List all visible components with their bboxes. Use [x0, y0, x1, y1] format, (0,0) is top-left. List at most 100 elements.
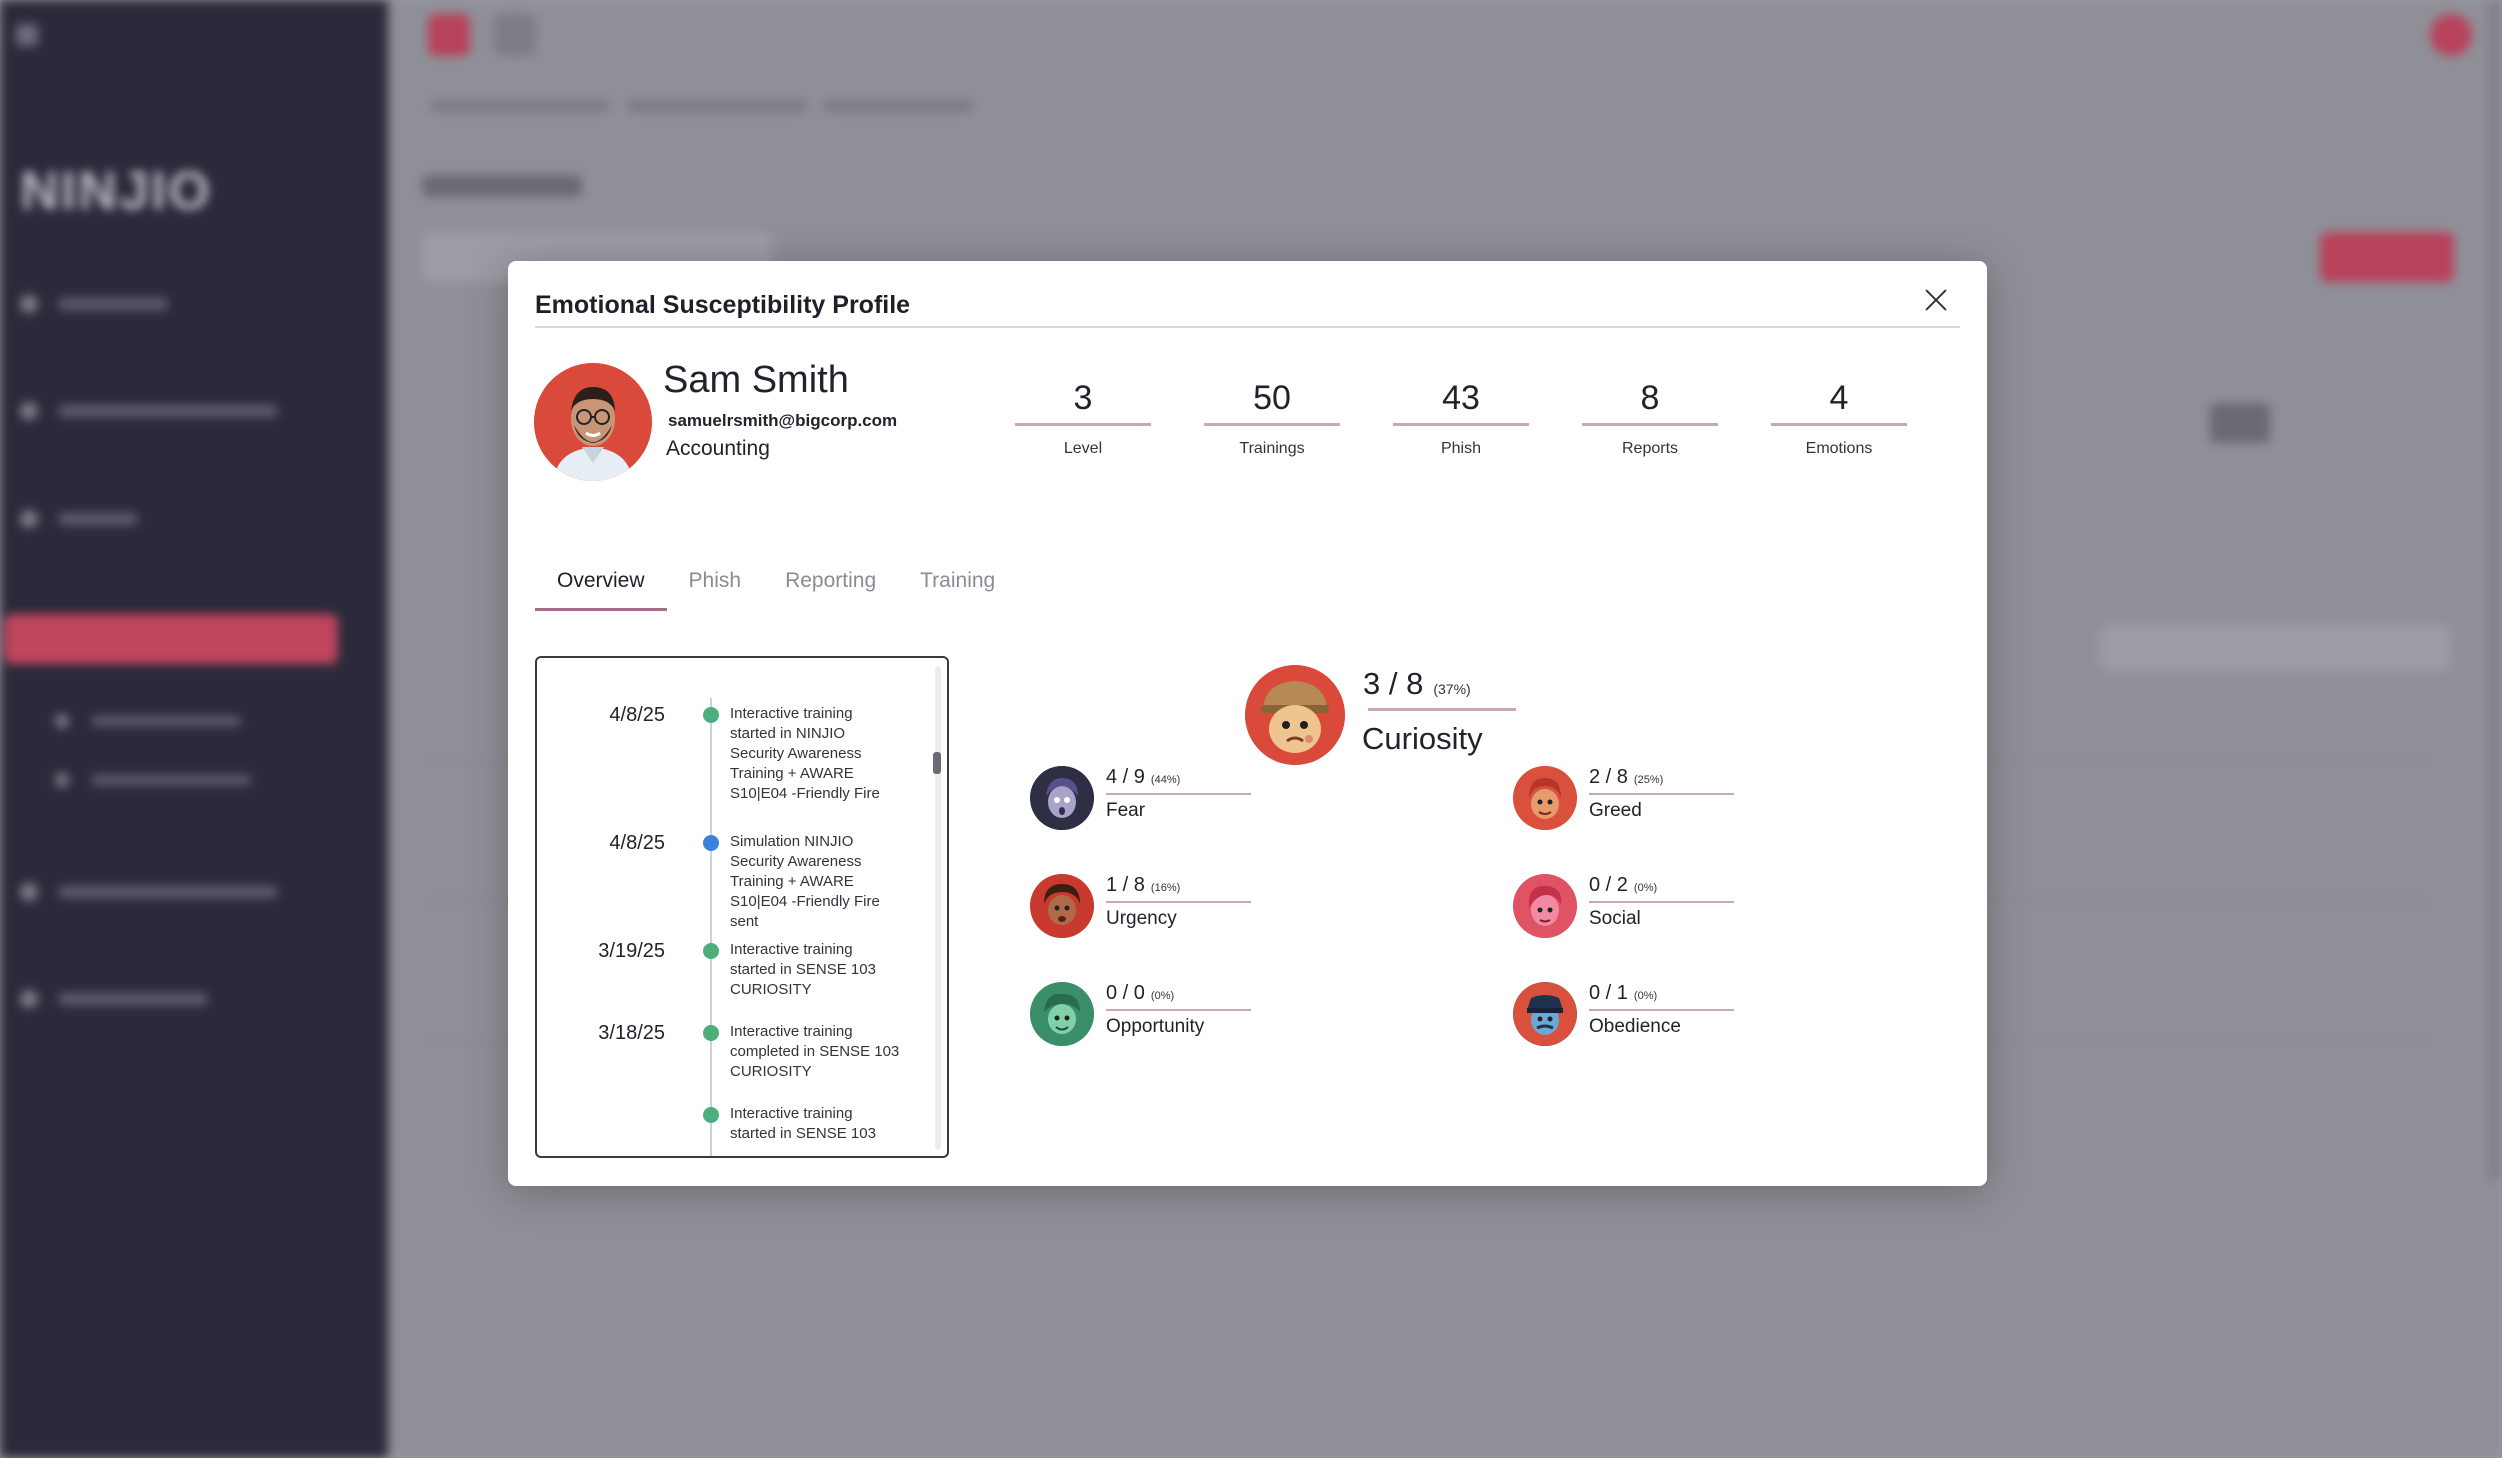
topbar-button-1 — [428, 14, 470, 56]
timeline-date: 3/18/25 — [598, 1022, 665, 1044]
stat-trainings: 50 Trainings — [1204, 379, 1340, 458]
sidebar: NINJIO — [0, 0, 388, 1458]
user-name: Sam Smith — [663, 359, 849, 401]
obedience-character-icon — [1513, 982, 1577, 1046]
sidebar-item-4 — [20, 883, 278, 901]
tab-overview[interactable]: Overview — [535, 557, 667, 611]
stat-label: Level — [1063, 440, 1103, 457]
stat-reports: 8 Reports — [1582, 379, 1718, 458]
tab-phish[interactable]: Phish — [667, 557, 764, 611]
bg-page-title — [422, 172, 582, 204]
tab-bar: Overview Phish Reporting Training — [535, 557, 1017, 611]
sidebar-item-active — [4, 614, 338, 664]
timeline-dot — [703, 835, 719, 851]
user-avatar-bg — [2430, 14, 2472, 56]
emotion-name: Greed — [1589, 800, 1642, 821]
sidebar-item-5 — [20, 990, 208, 1008]
sidebar-subitem-1 — [55, 714, 241, 728]
breadcrumb — [430, 95, 974, 118]
tab-training[interactable]: Training — [898, 557, 1017, 611]
curiosity-character-icon — [1245, 665, 1345, 765]
profile-modal: Emotional Susceptibility Profile Sam Smi… — [508, 261, 1987, 1186]
emotion-obedience: 0 / 1 (0%) Obedience — [1513, 982, 1853, 1052]
emotion-score-value: 1 / 8 — [1106, 874, 1145, 896]
timeline-date: 4/8/25 — [609, 832, 665, 854]
emotion-percent: (0%) — [1150, 990, 1175, 1002]
emotion-name: Social — [1589, 908, 1641, 929]
modal-title: Emotional Susceptibility Profile — [535, 291, 911, 319]
featured-emotion-name: Curiosity — [1362, 721, 1483, 756]
emotion-score: 1 / 8 (16%) — [1106, 874, 1180, 897]
emotion-name: Obedience — [1589, 1016, 1681, 1037]
emotion-score-value: 2 / 8 — [1589, 766, 1628, 788]
emotion-underline — [1589, 1009, 1734, 1011]
social-character-icon — [1513, 874, 1577, 938]
timeline-text: Interactive training started in SENSE 10… — [730, 941, 876, 998]
user-department: Accounting — [666, 437, 770, 460]
featured-percent: (37%) — [1433, 681, 1471, 697]
stat-label: Trainings — [1239, 440, 1305, 457]
divider — [535, 326, 1960, 328]
tab-reporting[interactable]: Reporting — [763, 557, 898, 611]
emotion-score-value: 0 / 1 — [1589, 982, 1628, 1004]
timeline-text: Interactive training completed in SENSE … — [730, 1023, 900, 1080]
emotion-percent: (44%) — [1150, 774, 1181, 786]
timeline-text: Simulation NINJIO Security Awareness Tra… — [730, 833, 880, 930]
emotion-score: 2 / 8 (25%) — [1589, 766, 1663, 789]
emotion-social: 0 / 2 (0%) Social — [1513, 874, 1853, 944]
timeline-scroll-thumb[interactable] — [933, 752, 941, 774]
emotion-score: 4 / 9 (44%) — [1106, 766, 1180, 789]
stat-phish: 43 Phish — [1393, 379, 1529, 458]
timeline-dot — [703, 707, 719, 723]
emotion-percent: (16%) — [1150, 882, 1181, 894]
emotion-name: Fear — [1106, 800, 1146, 821]
greed-character-icon — [1513, 766, 1577, 830]
stat-value: 8 — [1640, 379, 1660, 417]
timeline-dot — [703, 943, 719, 959]
emotion-opportunity: 0 / 0 (0%) Opportunity — [1030, 982, 1370, 1052]
emotion-score: 0 / 2 (0%) — [1589, 874, 1657, 897]
emotion-greed: 2 / 8 (25%) Greed — [1513, 766, 1853, 836]
timeline-dot — [703, 1107, 719, 1123]
fear-character-icon — [1030, 766, 1094, 830]
sidebar-subitem-2 — [55, 773, 251, 787]
menu-icon — [16, 24, 38, 46]
emotion-name: Opportunity — [1106, 1016, 1205, 1037]
sidebar-item-2 — [20, 402, 278, 420]
stat-value: 50 — [1253, 379, 1291, 417]
featured-underline — [1368, 708, 1516, 711]
emotion-percent: (0%) — [1633, 882, 1658, 894]
emotion-fear: 4 / 9 (44%) Fear — [1030, 766, 1370, 836]
user-email: samuelrsmith@bigcorp.com — [668, 411, 898, 430]
topbar-button-2 — [494, 14, 536, 56]
timeline-scrollbar[interactable] — [935, 666, 941, 1150]
stat-emotions: 4 Emotions — [1771, 379, 1907, 458]
stat-value: 3 — [1073, 379, 1093, 417]
emotion-score-value: 0 / 2 — [1589, 874, 1628, 896]
emotion-underline — [1106, 901, 1251, 903]
featured-score: 3 / 8 (37%) — [1363, 666, 1471, 702]
emotion-score-value: 4 / 9 — [1106, 766, 1145, 788]
emotion-score: 0 / 0 (0%) — [1106, 982, 1174, 1005]
stat-value: 4 — [1829, 379, 1849, 417]
stat-label: Reports — [1621, 440, 1679, 457]
page-scrollbar — [2488, 0, 2502, 1180]
emotion-underline — [1106, 793, 1251, 795]
urgency-character-icon — [1030, 874, 1094, 938]
stat-level: 3 Level — [1015, 379, 1151, 458]
activity-timeline[interactable]: 4/8/25 Interactive training started in N… — [535, 656, 949, 1158]
timeline-text: Interactive training started in SENSE 10… — [730, 1105, 876, 1142]
emotion-underline — [1106, 1009, 1251, 1011]
bg-add-button — [2320, 232, 2454, 282]
sidebar-item-3 — [20, 510, 138, 528]
user-avatar — [534, 363, 652, 481]
emotion-percent: (25%) — [1633, 774, 1664, 786]
stat-label: Phish — [1440, 440, 1482, 457]
close-icon[interactable] — [1919, 283, 1953, 317]
timeline-date: 3/19/25 — [598, 940, 665, 962]
timeline-date: 4/8/25 — [609, 704, 665, 726]
emotion-underline — [1589, 793, 1734, 795]
app-logo: NINJIO — [20, 161, 213, 221]
opportunity-character-icon — [1030, 982, 1094, 1046]
bg-search — [2100, 625, 2450, 671]
